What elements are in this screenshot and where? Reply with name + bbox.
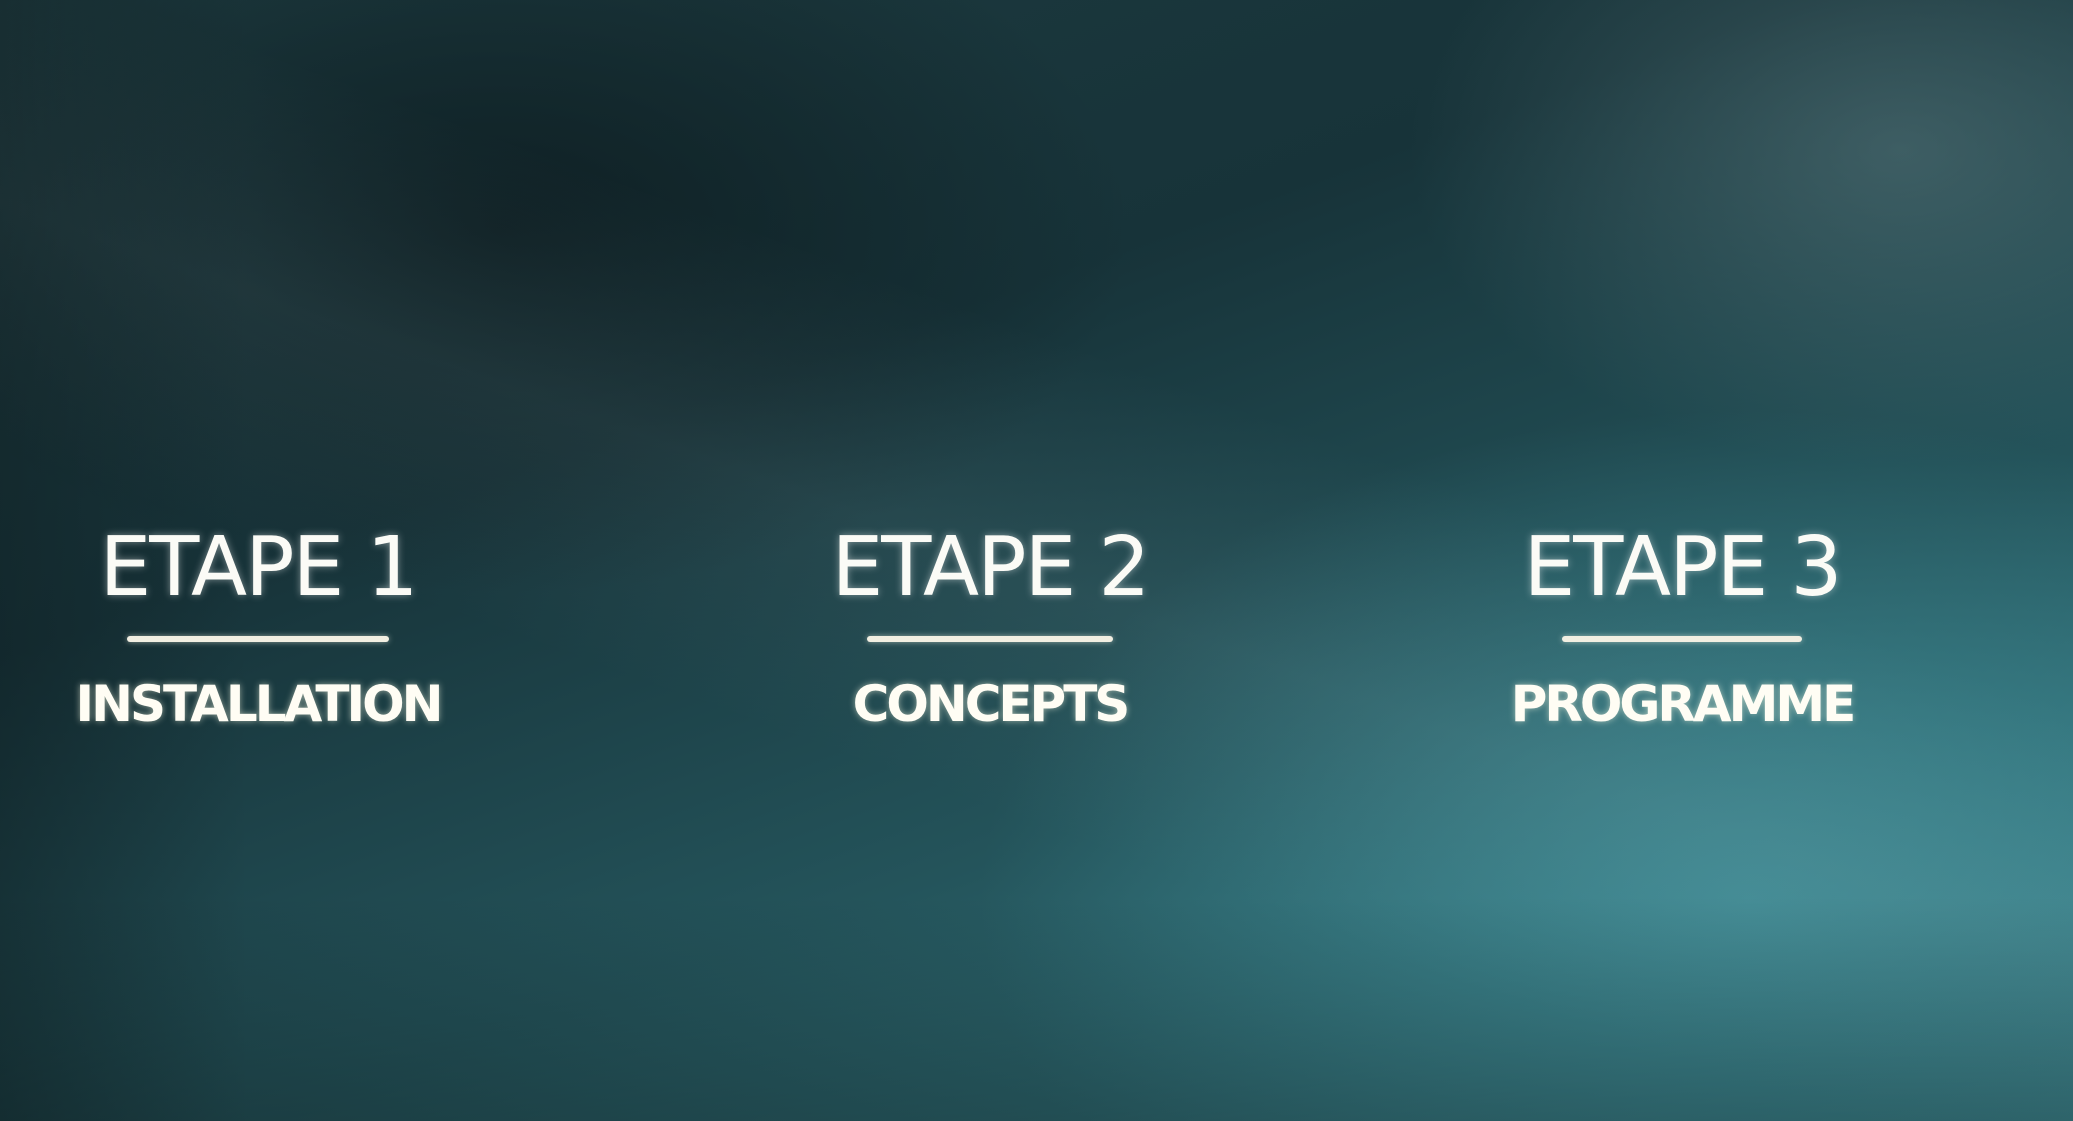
steps-row: ETAPE 1 INSTALLATION ETAPE 2 CONCEPTS ET…	[0, 520, 2073, 760]
step-3: ETAPE 3 PROGRAMME	[1372, 520, 1992, 734]
presentation-slide: ETAPE 1 INSTALLATION ETAPE 2 CONCEPTS ET…	[0, 0, 2073, 1121]
step-1: ETAPE 1 INSTALLATION	[0, 520, 568, 734]
step-2: ETAPE 2 CONCEPTS	[680, 520, 1300, 734]
step-1-divider	[127, 636, 389, 642]
step-3-subtitle: PROGRAMME	[1510, 675, 1857, 733]
step-1-title: ETAPE 1	[99, 520, 418, 615]
step-2-divider	[867, 636, 1113, 642]
step-2-subtitle: CONCEPTS	[852, 675, 1131, 733]
step-1-subtitle: INSTALLATION	[75, 675, 444, 733]
step-3-title: ETAPE 3	[1523, 520, 1842, 615]
step-2-title: ETAPE 2	[831, 520, 1150, 615]
step-3-divider	[1562, 636, 1802, 642]
